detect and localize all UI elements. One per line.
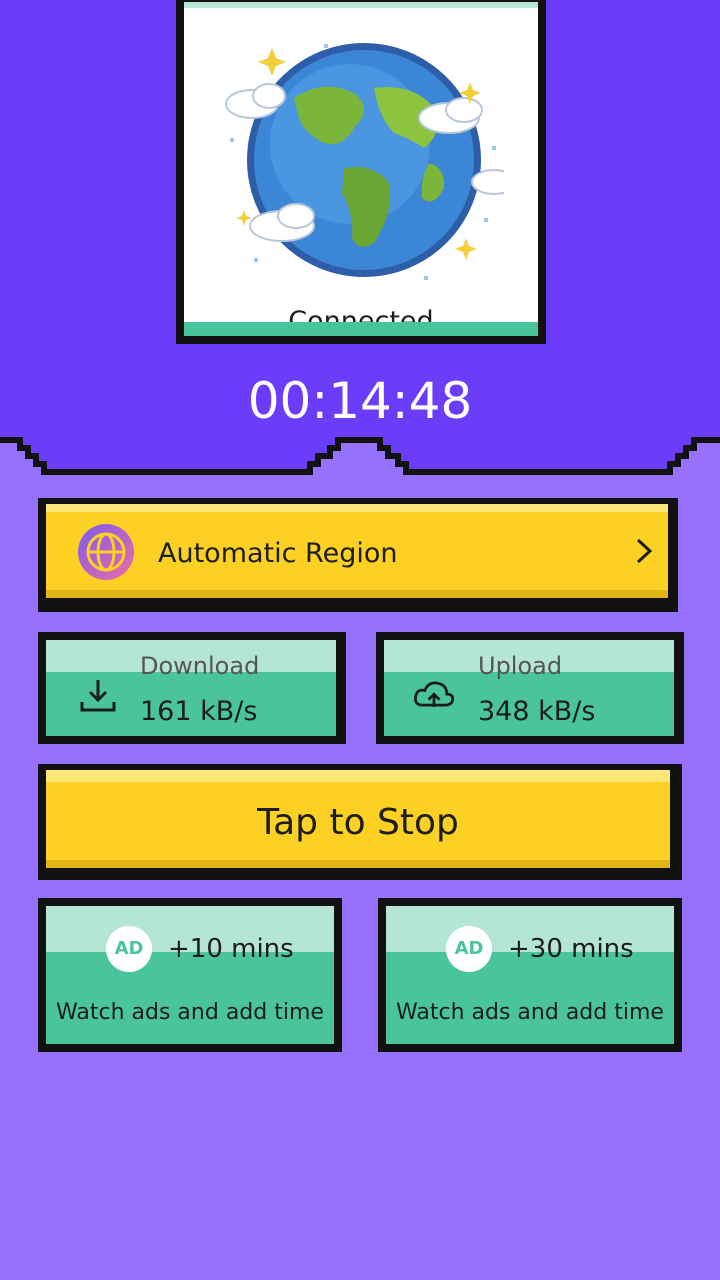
ad-time-label: +30 mins — [508, 934, 634, 964]
globe-illustration — [225, 43, 504, 280]
connection-timer: 00:14:48 — [247, 372, 473, 430]
globe-icon — [78, 524, 134, 580]
download-value: 161 kB/s — [140, 696, 258, 727]
upload-speed-card: Upload 348 kB/s — [376, 632, 686, 744]
ad-description: Watch ads and add time — [396, 1000, 664, 1025]
region-label: Automatic Region — [158, 538, 398, 569]
download-title: Download — [140, 652, 260, 680]
tap-to-stop-button[interactable]: Tap to Stop — [38, 764, 684, 882]
connection-status-card: Connected — [172, 0, 548, 360]
ad-description: Watch ads and add time — [56, 1000, 324, 1025]
upload-value: 348 kB/s — [478, 696, 596, 727]
chevron-right-icon — [636, 538, 653, 564]
watch-ad-30-mins-button[interactable]: AD +30 mins Watch ads and add time — [378, 898, 684, 1056]
ad-badge-icon: AD — [446, 926, 492, 972]
stop-button-label: Tap to Stop — [257, 802, 459, 843]
download-icon — [80, 680, 116, 712]
download-speed-card: Download 161 kB/s — [38, 632, 348, 744]
watch-ad-10-mins-button[interactable]: AD +10 mins Watch ads and add time — [38, 898, 344, 1056]
region-selector[interactable]: Automatic Region — [38, 498, 684, 612]
cloud-upload-icon — [414, 681, 455, 707]
pixel-edge-divider — [0, 437, 720, 490]
upload-title: Upload — [478, 652, 563, 680]
ad-time-label: +10 mins — [168, 934, 294, 964]
ad-badge-icon: AD — [106, 926, 152, 972]
